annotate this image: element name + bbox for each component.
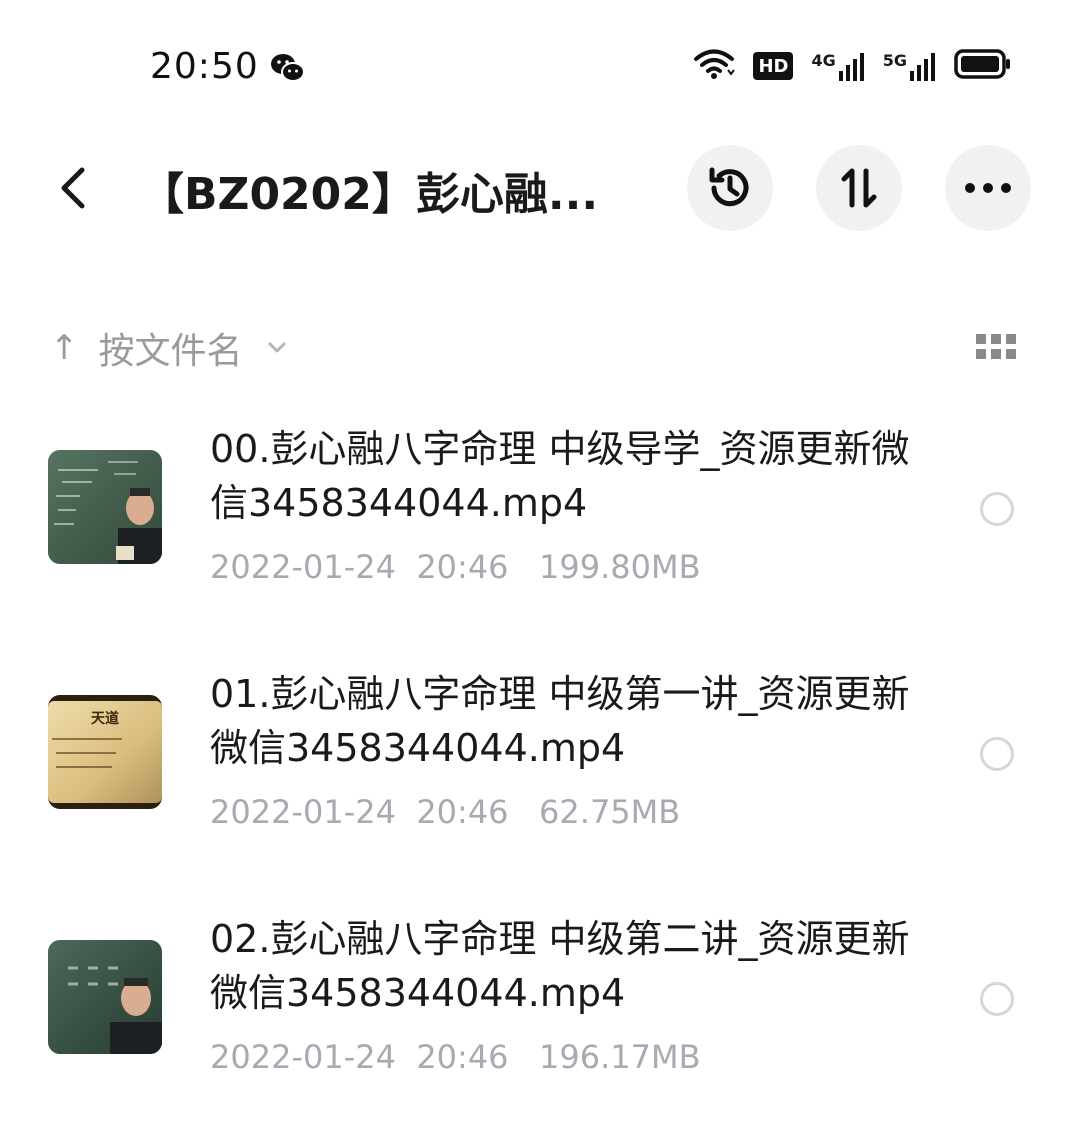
signal-4g: 4G bbox=[811, 51, 864, 81]
battery-icon bbox=[954, 49, 1012, 83]
sort-bar: ↑ 按文件名 bbox=[50, 318, 1030, 378]
file-time: 20:46 bbox=[416, 793, 509, 831]
sort-toggle-button[interactable] bbox=[816, 145, 902, 231]
back-button[interactable] bbox=[52, 162, 96, 214]
signal-5g: 5G bbox=[883, 51, 936, 81]
file-meta: 2022-01-24 20:46 199.80MB bbox=[210, 548, 701, 586]
file-name: 01.彭心融八字命理 中级第一讲_资源更新微信3458344044.mp4 bbox=[210, 672, 910, 770]
file-date: 2022-01-24 bbox=[210, 1038, 396, 1076]
list-item[interactable]: 02.彭心融八字命理 中级第二讲_资源更新微信3458344044.mp4 20… bbox=[0, 900, 1080, 1145]
sort-selector[interactable]: ↑ 按文件名 bbox=[50, 318, 287, 378]
file-time: 20:46 bbox=[416, 1038, 509, 1076]
status-bar: 20:50 HD 4G 5G bbox=[0, 0, 1080, 130]
sort-arrows-icon bbox=[841, 168, 877, 208]
file-meta: 2022-01-24 20:46 62.75MB bbox=[210, 793, 680, 831]
select-radio[interactable] bbox=[980, 737, 1014, 771]
file-date: 2022-01-24 bbox=[210, 548, 396, 586]
sort-label: 按文件名 bbox=[98, 331, 243, 372]
network-5g-label: 5G bbox=[882, 51, 907, 70]
more-dots-icon bbox=[965, 183, 1011, 193]
wifi-icon bbox=[693, 48, 736, 84]
status-icons: HD 4G 5G bbox=[693, 48, 1012, 84]
video-thumbnail bbox=[48, 940, 162, 1054]
chevron-down-icon bbox=[268, 342, 286, 353]
history-icon bbox=[709, 167, 749, 207]
grid-view-button[interactable] bbox=[976, 334, 1016, 364]
select-radio[interactable] bbox=[980, 492, 1014, 526]
grid-icon bbox=[976, 334, 1016, 359]
hd-badge-label: HD bbox=[758, 55, 789, 77]
network-4g-label: 4G bbox=[811, 51, 836, 70]
video-thumbnail: 天道 bbox=[48, 695, 162, 809]
chevron-left-icon bbox=[61, 167, 85, 209]
file-list: 00.彭心融八字命理 中级导学_资源更新微信3458344044.mp4 202… bbox=[0, 410, 1080, 1145]
hd-badge: HD bbox=[753, 52, 794, 80]
list-item[interactable]: 天道 01.彭心融八字命理 中级第一讲_资源更新微信3458344044.mp4… bbox=[0, 655, 1080, 900]
wechat-icon bbox=[270, 52, 306, 88]
file-size: 62.75MB bbox=[539, 793, 681, 831]
video-thumbnail bbox=[48, 450, 162, 564]
page-title: 【BZ0202】彭心融... bbox=[140, 169, 599, 220]
file-name: 00.彭心融八字命理 中级导学_资源更新微信3458344044.mp4 bbox=[210, 427, 910, 525]
file-time: 20:46 bbox=[416, 548, 509, 586]
list-item[interactable]: 00.彭心融八字命理 中级导学_资源更新微信3458344044.mp4 202… bbox=[0, 410, 1080, 655]
sort-direction-icon: ↑ bbox=[50, 328, 79, 368]
file-meta: 2022-01-24 20:46 196.17MB bbox=[210, 1038, 701, 1076]
more-button[interactable] bbox=[945, 145, 1031, 231]
signal-bars-icon bbox=[838, 53, 864, 81]
history-button[interactable] bbox=[687, 145, 773, 231]
header-bar: 【BZ0202】彭心融... bbox=[0, 140, 1080, 240]
thumbnail-title: 天道 bbox=[91, 710, 119, 727]
file-size: 196.17MB bbox=[539, 1038, 701, 1076]
status-time: 20:50 bbox=[150, 46, 259, 87]
file-date: 2022-01-24 bbox=[210, 793, 396, 831]
select-radio[interactable] bbox=[980, 982, 1014, 1016]
file-name: 02.彭心融八字命理 中级第二讲_资源更新微信3458344044.mp4 bbox=[210, 917, 910, 1015]
signal-bars-icon bbox=[910, 53, 935, 81]
file-size: 199.80MB bbox=[539, 548, 701, 586]
